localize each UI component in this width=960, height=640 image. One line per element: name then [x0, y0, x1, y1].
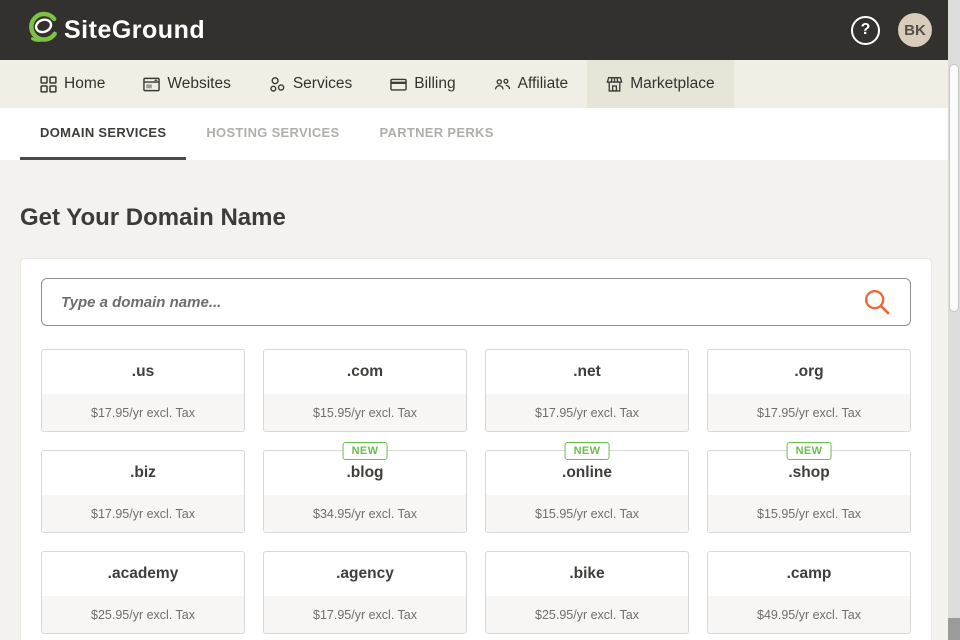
tab-partner-perks[interactable]: PARTNER PERKS [360, 108, 514, 160]
nav-item-websites[interactable]: Websites [124, 60, 249, 108]
domain-tld: .org [708, 350, 910, 394]
subtab-label: DOMAIN SERVICES [40, 125, 166, 140]
domain-price: $15.95/yr excl. Tax [708, 495, 910, 532]
domain-cards-grid: .us $17.95/yr excl. Tax .com $15.95/yr e… [41, 349, 911, 634]
subtab-label: HOSTING SERVICES [206, 125, 339, 140]
brand-name: SiteGround [64, 16, 205, 45]
domain-tld: .net [486, 350, 688, 394]
domain-search-input[interactable] [41, 278, 911, 326]
domain-price: $49.95/yr excl. Tax [708, 596, 910, 633]
new-badge: NEW [343, 442, 388, 460]
nodes-icon [269, 76, 286, 93]
domain-card[interactable]: .camp $49.95/yr excl. Tax [707, 551, 911, 634]
grid-icon [40, 76, 57, 93]
main-nav: Home Websites Services Billing [0, 60, 948, 108]
nav-label: Affiliate [518, 75, 569, 93]
siteground-logo-icon [26, 11, 60, 50]
help-icon[interactable]: ? [851, 16, 880, 45]
domain-searchbox [41, 278, 911, 326]
domain-tld: .academy [42, 552, 244, 596]
nav-item-services[interactable]: Services [250, 60, 371, 108]
domain-card[interactable]: .biz $17.95/yr excl. Tax [41, 450, 245, 533]
domain-price: $17.95/yr excl. Tax [486, 394, 688, 431]
vertical-scrollbar[interactable] [948, 0, 960, 640]
domain-card[interactable]: .academy $25.95/yr excl. Tax [41, 551, 245, 634]
nav-label: Marketplace [630, 75, 714, 93]
domain-price: $17.95/yr excl. Tax [42, 495, 244, 532]
domain-tld: .bike [486, 552, 688, 596]
domain-card[interactable]: .com $15.95/yr excl. Tax [263, 349, 467, 432]
people-icon [494, 76, 511, 93]
nav-label: Websites [167, 75, 230, 93]
avatar-initials: BK [904, 22, 926, 39]
help-glyph: ? [861, 21, 871, 39]
nav-item-affiliate[interactable]: Affiliate [475, 60, 588, 108]
domain-card[interactable]: .bike $25.95/yr excl. Tax [485, 551, 689, 634]
scrollbar-thumb[interactable] [949, 64, 959, 312]
domain-price: $34.95/yr excl. Tax [264, 495, 466, 532]
page-title: Get Your Domain Name [0, 160, 948, 258]
nav-item-home[interactable]: Home [21, 60, 124, 108]
nav-label: Home [64, 75, 105, 93]
domain-price: $15.95/yr excl. Tax [486, 495, 688, 532]
domain-card[interactable]: .us $17.95/yr excl. Tax [41, 349, 245, 432]
subtab-label: PARTNER PERKS [380, 125, 494, 140]
domain-card[interactable]: NEW .blog $34.95/yr excl. Tax [263, 450, 467, 533]
domain-card[interactable]: .org $17.95/yr excl. Tax [707, 349, 911, 432]
new-badge: NEW [565, 442, 610, 460]
domain-tld: .camp [708, 552, 910, 596]
siteground-logo[interactable]: SiteGround [26, 11, 205, 50]
credit-card-icon [390, 76, 407, 93]
domain-tld: .biz [42, 451, 244, 495]
domain-search-panel: .us $17.95/yr excl. Tax .com $15.95/yr e… [20, 258, 932, 640]
domain-price: $25.95/yr excl. Tax [486, 596, 688, 633]
domain-price: $17.95/yr excl. Tax [708, 394, 910, 431]
nav-item-billing[interactable]: Billing [371, 60, 474, 108]
nav-label: Billing [414, 75, 455, 93]
top-header: SiteGround ? BK [0, 0, 948, 60]
tab-domain-services[interactable]: DOMAIN SERVICES [20, 108, 186, 160]
storefront-icon [606, 76, 623, 93]
domain-card[interactable]: NEW .online $15.95/yr excl. Tax [485, 450, 689, 533]
domain-tld: .com [264, 350, 466, 394]
app-viewport: SiteGround ? BK Home Websites [0, 0, 948, 640]
domain-price: $17.95/yr excl. Tax [42, 394, 244, 431]
domain-tld: .agency [264, 552, 466, 596]
domain-price: $17.95/yr excl. Tax [264, 596, 466, 633]
scrollbar-bottom-button[interactable] [948, 618, 960, 640]
tab-hosting-services[interactable]: HOSTING SERVICES [186, 108, 359, 160]
domain-price: $15.95/yr excl. Tax [264, 394, 466, 431]
nav-label: Services [293, 75, 352, 93]
new-badge: NEW [787, 442, 832, 460]
domain-card[interactable]: NEW .shop $15.95/yr excl. Tax [707, 450, 911, 533]
nav-item-marketplace[interactable]: Marketplace [587, 60, 733, 108]
domain-card[interactable]: .agency $17.95/yr excl. Tax [263, 551, 467, 634]
domain-card[interactable]: .net $17.95/yr excl. Tax [485, 349, 689, 432]
page-content: Get Your Domain Name .us $17.95/y [0, 160, 948, 640]
user-avatar[interactable]: BK [898, 13, 932, 47]
domain-price: $25.95/yr excl. Tax [42, 596, 244, 633]
search-icon[interactable] [863, 288, 891, 316]
domain-tld: .us [42, 350, 244, 394]
browser-icon [143, 76, 160, 93]
marketplace-subnav: DOMAIN SERVICES HOSTING SERVICES PARTNER… [0, 108, 948, 160]
